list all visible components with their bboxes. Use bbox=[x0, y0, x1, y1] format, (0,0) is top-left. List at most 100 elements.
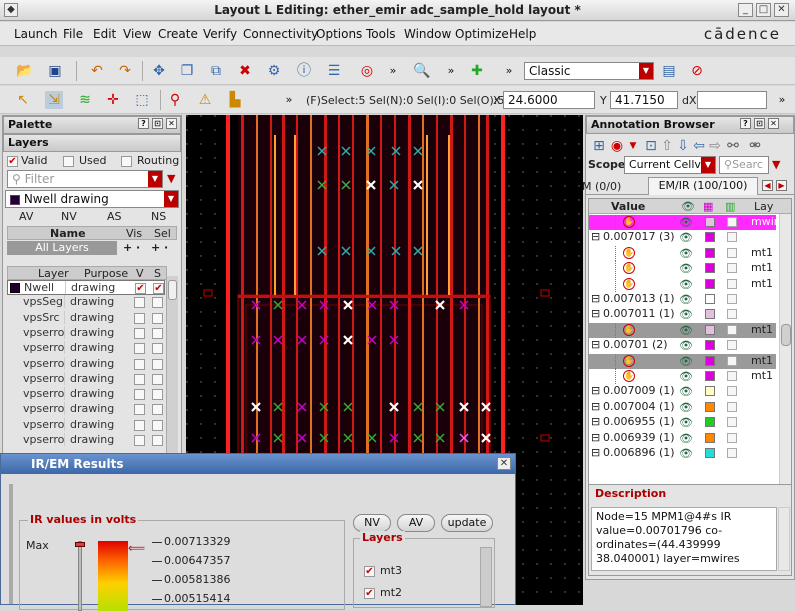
layer-row[interactable]: vpsSrc drawing bbox=[7, 310, 165, 326]
menu-connectivity[interactable]: Connectivity bbox=[243, 27, 318, 41]
layer-visible-checkbox[interactable] bbox=[134, 404, 145, 416]
color-swatch[interactable] bbox=[705, 247, 715, 258]
add-icon[interactable]: ✚ bbox=[468, 62, 486, 80]
visibility-eye-icon[interactable]: 👁 bbox=[679, 447, 693, 460]
highlight-checkbox[interactable] bbox=[727, 371, 737, 381]
close-icon[interactable]: ✕ bbox=[768, 118, 779, 129]
filter-options-icon[interactable]: ▼ bbox=[167, 172, 175, 185]
more-icon[interactable]: » bbox=[442, 62, 460, 80]
visibility-eye-icon[interactable]: 👁 bbox=[679, 355, 693, 368]
annotation-row[interactable]: ⊟ 0.00701 (2) 👁 bbox=[589, 338, 776, 353]
menu-file[interactable]: File bbox=[63, 27, 83, 41]
annotation-row[interactable]: ✋ 👁 mt1 bbox=[589, 276, 776, 292]
annotation-row[interactable]: ✋ 👁 mt1 bbox=[589, 369, 776, 384]
color-swatch[interactable] bbox=[705, 278, 715, 289]
info-icon[interactable]: ⓘ bbox=[295, 62, 313, 80]
annotation-row[interactable]: ⊟ 0.007009 (1) 👁 bbox=[589, 384, 776, 399]
copy-icon[interactable]: ❐ bbox=[178, 62, 196, 80]
expand-toggle-icon[interactable]: ⊟ bbox=[591, 230, 600, 243]
layer-visible-checkbox[interactable] bbox=[134, 297, 145, 309]
save-icon[interactable]: ▣ bbox=[46, 62, 64, 80]
layer-visible-checkbox[interactable] bbox=[134, 358, 145, 370]
mt3-checkbox[interactable]: ✔ bbox=[364, 566, 375, 577]
highlight-checkbox[interactable] bbox=[727, 448, 737, 458]
all-layers-row[interactable]: All Layers bbox=[7, 241, 117, 255]
menu-verify[interactable]: Verify bbox=[203, 27, 237, 41]
help-icon[interactable]: ? bbox=[138, 118, 149, 129]
tab-prev-icon[interactable]: ◀ bbox=[762, 180, 773, 191]
more-icon[interactable]: » bbox=[384, 62, 402, 80]
layer-row[interactable]: vpserro drawing bbox=[7, 387, 165, 402]
tab-nv[interactable]: NV bbox=[61, 210, 77, 223]
visibility-eye-icon[interactable]: 👁 bbox=[679, 401, 693, 414]
visibility-eye-icon[interactable]: 👁 bbox=[679, 308, 693, 321]
all-visible-toggle[interactable]: + · bbox=[123, 241, 140, 254]
color-swatch[interactable] bbox=[705, 294, 715, 304]
marker-icon[interactable]: ▙ bbox=[226, 91, 244, 109]
color-swatch[interactable] bbox=[705, 340, 715, 351]
layer-visible-checkbox[interactable] bbox=[134, 435, 145, 446]
layer-selectable-checkbox[interactable] bbox=[152, 419, 163, 431]
visibility-eye-icon[interactable]: 👁 bbox=[679, 278, 693, 291]
highlight-checkbox[interactable] bbox=[727, 417, 737, 428]
color-swatch[interactable] bbox=[705, 263, 715, 274]
maximize-icon[interactable]: □ bbox=[756, 3, 771, 17]
menu-edit[interactable]: Edit bbox=[93, 27, 116, 41]
color-swatch[interactable] bbox=[705, 386, 715, 397]
close-icon[interactable]: ✕ bbox=[166, 118, 177, 129]
chevron-down-icon[interactable]: ▼ bbox=[624, 137, 642, 155]
layer-row[interactable]: vpserro drawing bbox=[7, 402, 165, 417]
layer-visible-checkbox[interactable] bbox=[134, 327, 145, 339]
visibility-eye-icon[interactable]: 👁 bbox=[679, 216, 693, 229]
close-icon[interactable]: ✕ bbox=[497, 457, 511, 470]
visibility-eye-icon[interactable]: 👁 bbox=[679, 293, 693, 306]
mt2-checkbox[interactable]: ✔ bbox=[364, 588, 375, 599]
highlight-checkbox[interactable] bbox=[727, 386, 737, 397]
more-icon[interactable]: » bbox=[773, 91, 791, 109]
all-selectable-toggle[interactable]: + · bbox=[151, 241, 168, 254]
current-layer-select[interactable]: Nwell drawing ▼ bbox=[5, 190, 179, 208]
expand-toggle-icon[interactable]: ⊟ bbox=[591, 384, 600, 397]
menu-optimize[interactable]: Optimize bbox=[455, 27, 509, 41]
layer-row[interactable]: vpserro drawing bbox=[7, 417, 165, 433]
highlight-checkbox[interactable] bbox=[727, 278, 737, 289]
area-select-icon[interactable]: ⬚ bbox=[133, 91, 151, 109]
annotation-row[interactable]: ✋ 👁 mwir bbox=[589, 215, 778, 230]
description-scrollbar[interactable] bbox=[778, 507, 790, 571]
highlight-checkbox[interactable] bbox=[727, 432, 737, 443]
menu-view[interactable]: View bbox=[123, 27, 151, 41]
expand-toggle-icon[interactable]: ⊟ bbox=[591, 307, 600, 320]
scope-select[interactable]: Current Cellvie ▼ bbox=[624, 156, 716, 174]
annotation-search-input[interactable]: ⚲Searc bbox=[719, 156, 769, 174]
expand-toggle-icon[interactable]: ⊟ bbox=[591, 431, 600, 444]
tab-next-icon[interactable]: ▶ bbox=[776, 180, 787, 191]
layer-visible-checkbox[interactable] bbox=[134, 312, 145, 324]
float-icon[interactable]: ⊡ bbox=[152, 118, 163, 129]
expand-toggle-icon[interactable]: ⊟ bbox=[591, 400, 600, 413]
expand-toggle-icon[interactable]: ⊟ bbox=[591, 446, 600, 459]
visibility-eye-icon[interactable]: 👁 bbox=[679, 339, 693, 352]
visibility-eye-icon[interactable]: 👁 bbox=[679, 416, 693, 429]
update-button[interactable]: update bbox=[441, 514, 493, 532]
visibility-eye-icon[interactable]: 👁 bbox=[679, 262, 693, 275]
layers-scrollbar[interactable] bbox=[480, 547, 492, 607]
layers-icon[interactable]: ≋ bbox=[76, 91, 94, 109]
annotation-row[interactable]: ⊟ 0.006896 (1) 👁 bbox=[589, 446, 776, 461]
used-checkbox[interactable] bbox=[63, 156, 74, 167]
expand-icon[interactable]: ⊞ bbox=[590, 137, 608, 155]
highlight-icon[interactable]: ⚯ bbox=[724, 137, 742, 155]
highlight-checkbox[interactable] bbox=[727, 355, 737, 366]
valid-checkbox[interactable]: ✔ bbox=[7, 156, 18, 167]
scrollbar-thumb[interactable] bbox=[168, 280, 177, 300]
layer-row[interactable]: vpserro drawing bbox=[7, 341, 165, 356]
zoom-icon[interactable]: 🔍 bbox=[413, 62, 431, 80]
highlight-checkbox[interactable] bbox=[727, 340, 737, 351]
delete-icon[interactable]: ✖ bbox=[236, 62, 254, 80]
tab-as[interactable]: AS bbox=[107, 210, 122, 223]
annotation-row[interactable]: ⊟ 0.007011 (1) 👁 bbox=[589, 307, 776, 322]
tab-av[interactable]: AV bbox=[19, 210, 33, 223]
layer-selectable-checkbox[interactable] bbox=[152, 312, 163, 324]
menu-options[interactable]: Options bbox=[316, 27, 362, 41]
highlight-checkbox[interactable] bbox=[727, 263, 737, 274]
highlight-checkbox[interactable] bbox=[727, 232, 737, 243]
